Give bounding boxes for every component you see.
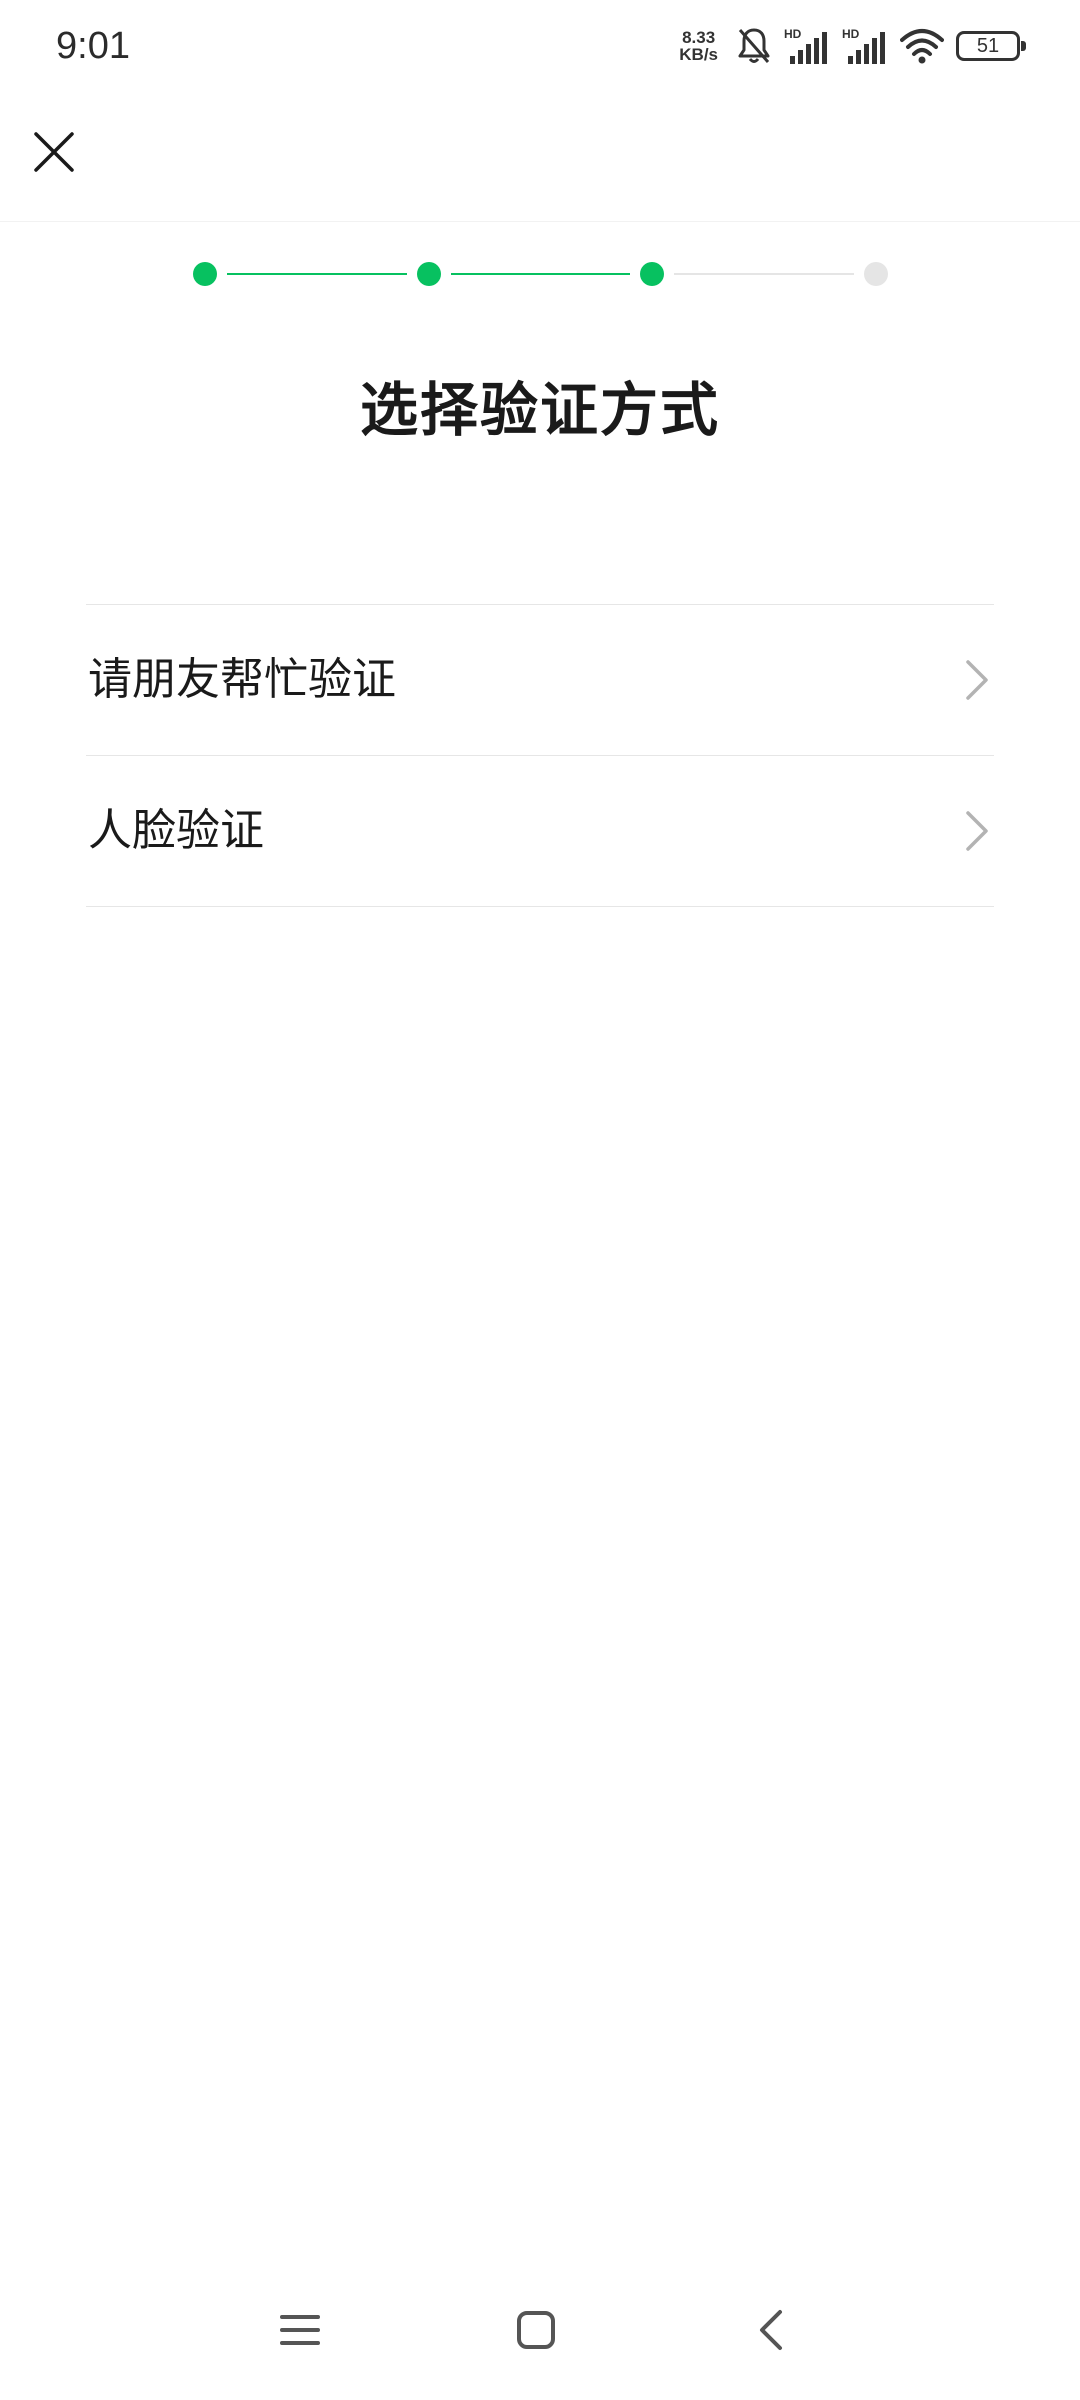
battery-icon: 51 (956, 31, 1026, 61)
step-dot (417, 262, 441, 286)
step-connector (674, 273, 854, 275)
network-speed-unit: KB/s (679, 45, 718, 64)
top-nav (0, 92, 1080, 222)
option-face-verification[interactable]: 人脸验证 (86, 756, 994, 907)
verification-method-screen: 9:01 8.33 KB/s HD HD 51 选择验证方式 请朋友帮忙验证 人… (0, 0, 1080, 2400)
chevron-right-icon (966, 660, 988, 700)
home-icon (517, 2311, 555, 2349)
signal-icon: HD (842, 27, 885, 64)
option-label: 人脸验证 (88, 805, 264, 856)
hd-label-1: HD (784, 27, 802, 41)
network-speed: 8.33 KB/s (679, 29, 718, 63)
battery-level: 51 (976, 34, 1000, 57)
wifi-icon (900, 29, 944, 64)
recent-apps-button[interactable] (260, 2296, 340, 2364)
step-connector (227, 273, 407, 275)
step-connector (451, 273, 630, 275)
hd-label-2: HD (842, 27, 860, 41)
option-label: 请朋友帮忙验证 (88, 654, 396, 705)
page-title: 选择验证方式 (359, 376, 720, 444)
bell-muted-icon (738, 28, 770, 63)
step-dot (193, 262, 217, 286)
step-dot (864, 262, 888, 286)
signal-icon: HD (784, 27, 827, 64)
menu-icon (280, 2315, 320, 2345)
system-nav-bar (0, 2260, 1080, 2400)
chevron-right-icon (966, 811, 988, 851)
back-button[interactable] (732, 2296, 812, 2364)
close-icon (34, 132, 74, 172)
home-button[interactable] (496, 2296, 576, 2364)
status-time: 9:01 (56, 25, 130, 67)
status-icons: 8.33 KB/s HD HD 51 (679, 24, 1026, 68)
network-speed-value: 8.33 (682, 28, 716, 47)
step-dot (640, 262, 664, 286)
status-bar: 9:01 8.33 KB/s HD HD 51 (0, 0, 1080, 92)
close-button[interactable] (24, 122, 84, 182)
option-friend-verification[interactable]: 请朋友帮忙验证 (86, 605, 994, 756)
step-progress (0, 258, 1080, 290)
verification-options: 请朋友帮忙验证 人脸验证 (86, 604, 994, 907)
back-icon (760, 2310, 782, 2350)
